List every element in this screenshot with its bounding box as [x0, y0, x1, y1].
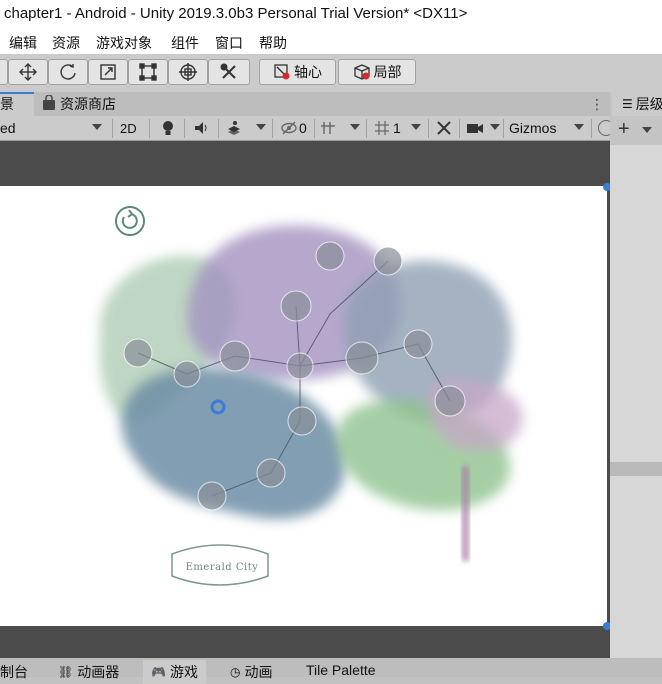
add-icon[interactable]: + [618, 118, 630, 141]
watercolor-map [99, 206, 523, 586]
snap-icon[interactable] [320, 118, 336, 138]
effects-icon[interactable] [226, 118, 242, 138]
local-icon [353, 63, 371, 81]
menu-item-component[interactable]: 组件 [171, 33, 199, 53]
pivot-icon [273, 63, 291, 81]
lighting-icon[interactable] [162, 118, 174, 138]
tab-game[interactable]: 🎮 游戏 [143, 660, 206, 684]
camera-corner-handle-bottom[interactable] [603, 622, 610, 630]
rotate-tool-button[interactable] [48, 59, 88, 85]
toggle-2d-button[interactable]: 2D [120, 118, 137, 138]
move-tool-button[interactable] [8, 59, 48, 85]
menu-item-window[interactable]: 窗口 [215, 33, 243, 53]
snap-dropdown-arrow[interactable] [350, 124, 360, 130]
transform-tool-button[interactable] [168, 59, 208, 85]
effects-dropdown-arrow[interactable] [256, 124, 266, 130]
menu-item-help[interactable]: 帮助 [259, 33, 287, 53]
scene-tab-row: 景 资源商店 ⋮ [0, 92, 610, 116]
tab-console[interactable]: 制台 [0, 662, 28, 682]
rotate-icon [58, 62, 78, 82]
bag-icon [42, 93, 56, 114]
tab-animation[interactable]: ◷ 动画 [230, 662, 272, 682]
audio-icon[interactable] [194, 118, 210, 138]
window-title-bar: chapter1 - Android - Unity 2019.3.0b3 Pe… [0, 0, 662, 30]
bottom-tab-row: 制台 ⛓ 动画器 🎮 游戏 ◷ 动画 Tile Palette [0, 658, 662, 684]
gizmos-dropdown[interactable]: Gizmos [509, 118, 556, 138]
camera-icon[interactable] [466, 118, 484, 138]
hierarchy-list[interactable] [610, 145, 662, 658]
hidden-objects-count: 0 [299, 120, 307, 136]
tab-animator[interactable]: ⛓ 动画器 [58, 662, 119, 682]
add-dropdown-arrow[interactable] [642, 127, 652, 133]
scene-view[interactable]: Emerald City [0, 141, 610, 658]
move-icon [18, 62, 38, 82]
scale-icon [98, 62, 118, 82]
scale-tool-button[interactable] [88, 59, 128, 85]
main-toolbar: 轴心 局部 [0, 54, 662, 93]
tools-overlay-icon[interactable] [436, 118, 452, 138]
menu-item-edit[interactable]: 编辑 [9, 33, 37, 53]
pivot-label: 轴心 [294, 64, 322, 80]
rect-tool-icon [138, 62, 158, 82]
emerald-city-badge: Emerald City [185, 562, 259, 573]
menu-item-gameobject[interactable]: 游戏对象 [96, 33, 152, 53]
hand-tool-button[interactable] [0, 59, 8, 85]
active-tab-indicator [0, 92, 34, 94]
hierarchy-scrollbar[interactable] [610, 462, 662, 476]
grid-icon[interactable] [374, 118, 390, 138]
local-label: 局部 [373, 64, 402, 80]
window-title: chapter1 - Android - Unity 2019.3.0b3 Pe… [4, 5, 468, 22]
tab-asset-store[interactable]: 资源商店 [42, 92, 162, 116]
local-toggle-button[interactable]: 局部 [338, 59, 416, 85]
menu-bar: 编辑 资源 游戏对象 组件 窗口 帮助 [0, 30, 662, 54]
game-canvas[interactable]: Emerald City [0, 186, 607, 626]
rect-tool-button[interactable] [128, 59, 168, 85]
hierarchy-list-icon: ☰ [622, 97, 633, 111]
shading-dropdown-arrow[interactable] [92, 124, 102, 130]
hierarchy-panel: ☰ 层级 + [610, 92, 662, 658]
menu-item-assets[interactable]: 资源 [52, 33, 80, 53]
tools-icon [219, 62, 239, 82]
camera-corner-handle[interactable] [603, 183, 610, 191]
scene-view-toolbar: ed 2D 0 1 Gizmos [0, 116, 614, 141]
grid-dropdown-arrow[interactable] [411, 124, 421, 130]
grid-count: 1 [393, 120, 401, 136]
pivot-toggle-button[interactable]: 轴心 [259, 59, 336, 85]
hidden-objects-icon[interactable] [280, 118, 298, 138]
more-options-icon[interactable]: ⋮ [590, 96, 604, 113]
camera-dropdown-arrow[interactable] [490, 124, 500, 130]
gizmos-dropdown-arrow[interactable] [574, 124, 584, 130]
shading-mode-dropdown[interactable]: ed [0, 118, 16, 138]
custom-tool-button[interactable] [208, 59, 250, 85]
tab-hierarchy[interactable]: ☰ 层级 [612, 92, 662, 116]
transform-icon [178, 62, 198, 82]
tab-tile-palette[interactable]: Tile Palette [306, 662, 376, 678]
tab-scene[interactable]: 景 [0, 92, 34, 116]
restart-icon[interactable] [120, 206, 142, 228]
